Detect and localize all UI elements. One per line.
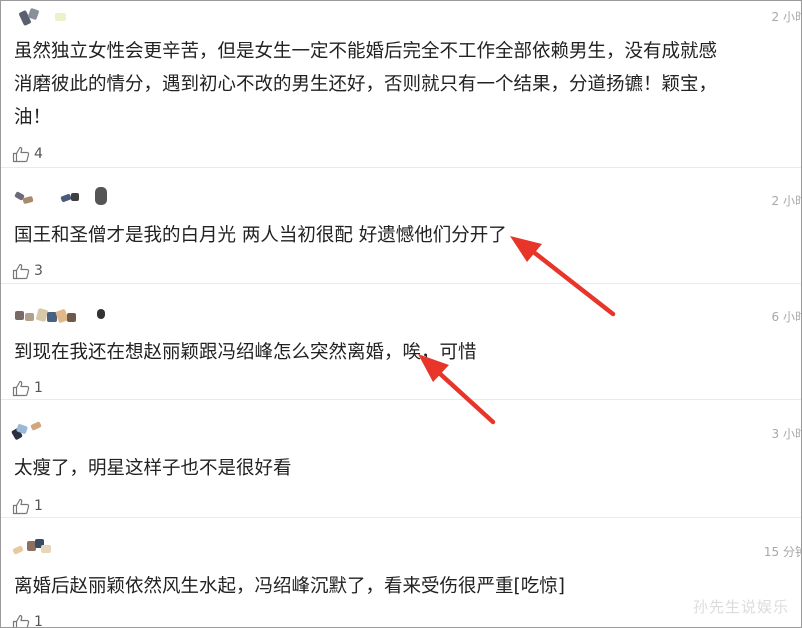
comment-time: 15 分钟 (763, 545, 801, 559)
comment-text-line: 虽然独立女性会更辛苦，但是女生一定不能婚后完全不工作全部依赖男生，没有成就感 (14, 41, 718, 62)
comment-text-line: 油！ (14, 107, 52, 128)
like-count: 1 (34, 498, 43, 514)
avatar[interactable] (13, 187, 133, 209)
thumbs-up-icon (12, 263, 30, 280)
watermark: 孙先生说娱乐 (692, 598, 789, 616)
comment-text-line: 消磨彼此的情分，遇到初心不改的男生还好，否则就只有一个结果，分道扬镳！颖宝， (14, 74, 718, 95)
comment-text-line: 离婚后赵丽颖依然风生水起，冯绍峰沉默了，看来受伤很严重[吃惊] (14, 576, 565, 597)
comment-item: 2 小时 虽然独立女性会更辛苦，但是女生一定不能婚后完全不工作全部依赖男生，没有… (1, 1, 801, 168)
like-count: 1 (34, 380, 43, 396)
comment-text-line: 到现在我还在想赵丽颖跟冯绍峰怎么突然离婚，唉，可惜 (14, 342, 477, 363)
avatar[interactable] (13, 305, 133, 327)
like-button[interactable]: 4 (12, 145, 43, 163)
comment-text-line: 国王和圣僧才是我的白月光 两人当初很配 好遗憾他们分开了 (14, 225, 507, 246)
like-count: 3 (34, 263, 43, 279)
avatar[interactable] (12, 537, 133, 559)
thumbs-up-icon (12, 146, 30, 163)
comment-item: 15 分钟 离婚后赵丽颖依然风生水起，冯绍峰沉默了，看来受伤很严重[吃惊] 1 (1, 517, 801, 628)
thumbs-up-icon (12, 380, 30, 397)
avatar[interactable] (13, 7, 133, 29)
thumbs-up-icon (12, 498, 30, 515)
comment-item: 2 小时 国王和圣僧才是我的白月光 两人当初很配 好遗憾他们分开了 3 (1, 167, 801, 284)
comment-item: 6 小时 到现在我还在想赵丽颖跟冯绍峰怎么突然离婚，唉，可惜 1 (1, 283, 801, 400)
comment-time: 2 小时 (771, 194, 801, 208)
like-count: 1 (34, 614, 43, 628)
comment-time: 3 小时 (771, 427, 801, 441)
comment-time: 6 小时 (771, 310, 801, 324)
avatar[interactable] (11, 421, 133, 445)
thumbs-up-icon (12, 614, 30, 627)
like-button[interactable]: 1 (12, 379, 43, 397)
comment-item: 3 小时 太瘦了，明星这样子也不是很好看 1 (1, 399, 801, 518)
comment-text-line: 太瘦了，明星这样子也不是很好看 (14, 458, 292, 479)
like-count: 4 (34, 146, 43, 162)
comment-time: 2 小时 (771, 10, 801, 24)
like-button[interactable]: 1 (12, 613, 43, 628)
comment-list: 2 小时 虽然独立女性会更辛苦，但是女生一定不能婚后完全不工作全部依赖男生，没有… (0, 0, 802, 628)
like-button[interactable]: 1 (12, 497, 43, 515)
like-button[interactable]: 3 (12, 262, 43, 280)
